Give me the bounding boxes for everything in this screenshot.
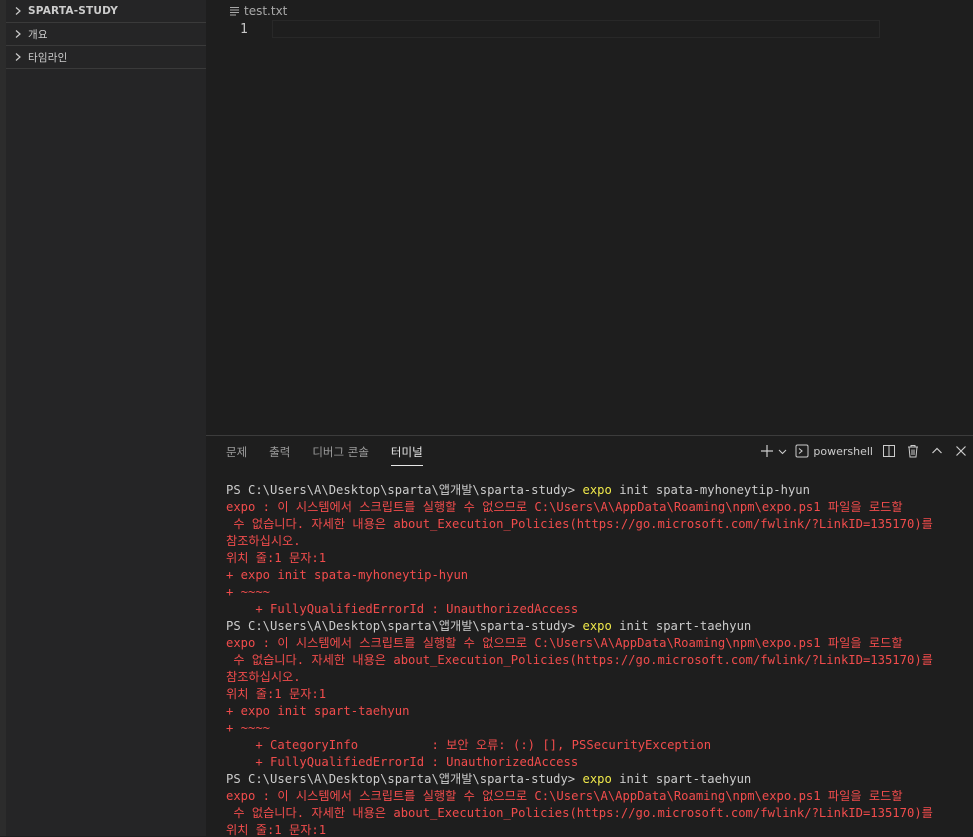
terminal-text: init spart-taehyun [611,772,752,786]
terminal-line: expo : 이 시스템에서 스크립트를 실행할 수 없으므로 C:\Users… [226,788,973,805]
sidebar-section-outline[interactable]: 개요 [6,23,206,46]
terminal-text: expo : 이 시스템에서 스크립트를 실행할 수 없으므로 C:\Users… [226,636,903,650]
sidebar-section-label: 개요 [28,28,48,41]
terminal-text: + FullyQualifiedErrorId : UnauthorizedAc… [226,602,579,616]
terminal-text: PS C:\Users\A\Desktop\sparta\앱개발\sparta-… [226,619,583,633]
sidebar-section-label: SPARTA-STUDY [28,5,119,17]
trash-icon[interactable] [905,443,921,459]
terminal-line: 수 없습니다. 자세한 내용은 about_Execution_Policies… [226,516,973,533]
terminal-output[interactable]: PS C:\Users\A\Desktop\sparta\앱개발\sparta-… [226,482,973,837]
terminal-text: expo : 이 시스템에서 스크립트를 실행할 수 없으므로 C:\Users… [226,789,903,803]
terminal-text: init spata-myhoneytip-hyun [611,483,810,497]
tab-output[interactable]: 출력 [269,444,290,466]
breadcrumb[interactable]: test.txt [230,2,287,20]
tab-terminal[interactable]: 터미널 [390,444,423,466]
terminal-line: 참조하십시오. [226,533,973,550]
terminal-line: + expo init spart-taehyun [226,703,973,720]
terminal-text: 수 없습니다. 자세한 내용은 about_Execution_Policies… [226,653,933,667]
sidebar-section-label: 타임라인 [28,51,68,64]
editor-area[interactable]: test.txt 1 [206,0,973,435]
terminal-text: 수 없습니다. 자세한 내용은 about_Execution_Policies… [226,517,933,531]
terminal-text: expo [582,483,612,497]
panel-tabs: 문제 출력 디버그 콘솔 터미널 [226,444,423,466]
terminal-text: + expo init spata-myhoneytip-hyun [226,568,469,582]
plus-icon[interactable] [759,443,775,459]
terminal-line: + FullyQualifiedErrorId : UnauthorizedAc… [226,754,973,771]
breadcrumb-file-name[interactable]: test.txt [244,4,287,18]
file-text-icon [230,7,239,16]
chevron-up-icon[interactable] [929,443,945,459]
chevron-right-icon [15,30,21,38]
terminal-text: + ~~~~ [226,585,271,599]
terminal-icon [795,444,809,458]
current-line-highlight[interactable] [272,20,880,38]
terminal-text: PS C:\Users\A\Desktop\sparta\앱개발\sparta-… [226,483,583,497]
terminal-text: init spart-taehyun [611,619,752,633]
terminal-text: 위치 줄:1 문자:1 [226,551,327,565]
chevron-right-icon [15,7,21,15]
split-icon[interactable] [881,443,897,459]
terminal-line: 위치 줄:1 문자:1 [226,822,973,837]
terminal-text: expo : 이 시스템에서 스크립트를 실행할 수 없으므로 C:\Users… [226,500,903,514]
terminal-text: + CategoryInfo : 보안 오류: (:) [], PSSecuri… [226,738,712,752]
terminal-text: + ~~~~ [226,721,271,735]
terminal-text: + FullyQualifiedErrorId : UnauthorizedAc… [226,755,579,769]
terminal-line: + FullyQualifiedErrorId : UnauthorizedAc… [226,601,973,618]
terminal-text: 위치 줄:1 문자:1 [226,823,327,837]
terminal-shell-selector[interactable]: powershell [795,444,873,458]
terminal-text: expo [582,772,612,786]
chevron-down-icon[interactable] [777,443,787,459]
sidebar: SPARTA-STUDY 개요 타임라인 [6,0,206,836]
terminal-line: expo : 이 시스템에서 스크립트를 실행할 수 없으므로 C:\Users… [226,635,973,652]
terminal-text: 참조하십시오. [226,670,301,684]
terminal-line: 참조하십시오. [226,669,973,686]
sidebar-section-sparta-study[interactable]: SPARTA-STUDY [6,0,206,23]
terminal-line: + CategoryInfo : 보안 오류: (:) [], PSSecuri… [226,737,973,754]
terminal-line: + ~~~~ [226,584,973,601]
line-number: 1 [240,22,248,37]
shell-name: powershell [813,444,873,458]
tab-problems[interactable]: 문제 [226,444,247,466]
terminal-line: expo : 이 시스템에서 스크립트를 실행할 수 없으므로 C:\Users… [226,499,973,516]
close-icon[interactable] [953,443,969,459]
terminal-line: 수 없습니다. 자세한 내용은 about_Execution_Policies… [226,652,973,669]
terminal-line: 수 없습니다. 자세한 내용은 about_Execution_Policies… [226,805,973,822]
terminal-text: 참조하십시오. [226,534,301,548]
terminal-line: + ~~~~ [226,720,973,737]
terminal-text: 위치 줄:1 문자:1 [226,687,327,701]
chevron-right-icon [15,53,21,61]
terminal-line: 위치 줄:1 문자:1 [226,686,973,703]
terminal-line: PS C:\Users\A\Desktop\sparta\앱개발\sparta-… [226,771,973,788]
terminal-text: expo [582,619,612,633]
tab-debug-console[interactable]: 디버그 콘솔 [312,444,369,466]
terminal-text: PS C:\Users\A\Desktop\sparta\앱개발\sparta-… [226,772,583,786]
terminal-text: + expo init spart-taehyun [226,704,410,718]
sidebar-section-timeline[interactable]: 타임라인 [6,46,206,69]
bottom-panel: 문제 출력 디버그 콘솔 터미널 powershell PS C:\Users\… [206,435,973,837]
terminal-line: + expo init spata-myhoneytip-hyun [226,567,973,584]
terminal-line: PS C:\Users\A\Desktop\sparta\앱개발\sparta-… [226,482,973,499]
terminal-line: PS C:\Users\A\Desktop\sparta\앱개발\sparta-… [226,618,973,635]
terminal-text: 수 없습니다. 자세한 내용은 about_Execution_Policies… [226,806,933,820]
terminal-line: 위치 줄:1 문자:1 [226,550,973,567]
panel-actions: powershell [759,443,969,459]
